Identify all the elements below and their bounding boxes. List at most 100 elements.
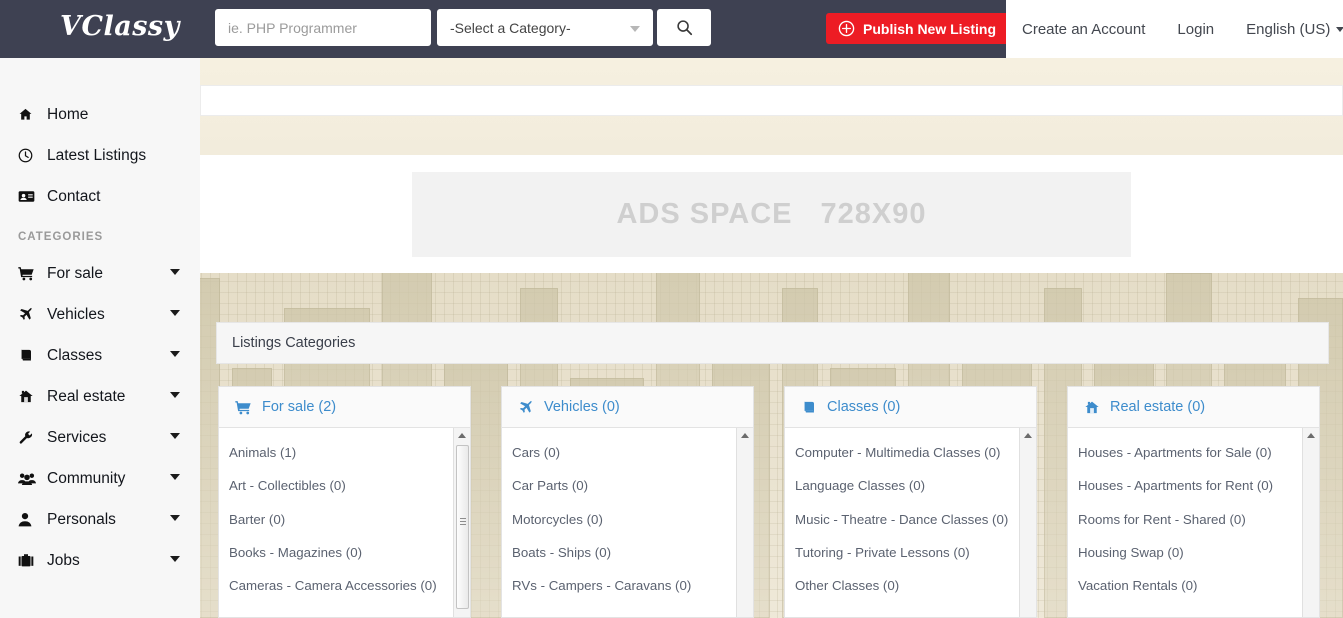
- sidebar-item-home[interactable]: Home: [0, 94, 200, 135]
- category-column-header[interactable]: Classes (0): [785, 387, 1036, 428]
- scroll-up-arrow-icon[interactable]: [1307, 433, 1315, 438]
- ads-space-label: ADS SPACE: [616, 197, 793, 230]
- listings-categories-header: Listings Categories: [216, 322, 1329, 364]
- sidebar-item-real-estate[interactable]: Real estate: [0, 376, 200, 417]
- sidebar-item-for-sale[interactable]: For sale: [0, 253, 200, 294]
- scrollbar-grip-icon: [460, 518, 466, 525]
- chevron-down-icon: [170, 310, 180, 316]
- book-icon: [18, 348, 40, 363]
- scrollbar[interactable]: [1302, 428, 1319, 617]
- login-link[interactable]: Login: [1161, 0, 1230, 58]
- category-column-classes: Classes (0) Computer - Multimedia Classe…: [784, 386, 1037, 618]
- scrollbar[interactable]: [453, 428, 470, 617]
- sidebar-item-label: Personals: [47, 510, 116, 528]
- subcategory-link[interactable]: Tutoring - Private Lessons (0): [785, 536, 1036, 569]
- subcategory-link[interactable]: Animals (1): [219, 436, 470, 469]
- top-header: VClassy -Select a Category- Publish New …: [0, 0, 1343, 58]
- category-column-body: Cars (0) Car Parts (0) Motorcycles (0) B…: [502, 428, 753, 617]
- subcategory-link[interactable]: Computer - Multimedia Classes (0): [785, 436, 1036, 469]
- subcategory-link[interactable]: Barter (0): [219, 503, 470, 536]
- subcategory-link[interactable]: Houses - Apartments for Rent (0): [1068, 469, 1319, 502]
- subcategory-link[interactable]: Motorcycles (0): [502, 503, 753, 536]
- subcategory-link[interactable]: Art - Collectibles (0): [219, 469, 470, 502]
- category-column-real-estate: Real estate (0) Houses - Apartments for …: [1067, 386, 1320, 618]
- category-column-for-sale: For sale (2) Animals (1) Art - Collectib…: [218, 386, 471, 618]
- header-nav: Create an Account Login English (US): [1006, 0, 1343, 58]
- plane-icon: [518, 400, 534, 415]
- home-icon: [18, 107, 40, 122]
- subcategory-link[interactable]: Cars (0): [502, 436, 753, 469]
- category-select-value: -Select a Category-: [450, 19, 571, 36]
- subcategory-link[interactable]: Vacation Rentals (0): [1068, 569, 1319, 602]
- sidebar-item-label: Services: [47, 428, 107, 446]
- sidebar-categories-label: CATEGORIES: [18, 231, 104, 243]
- category-column-header[interactable]: Real estate (0): [1068, 387, 1319, 428]
- cart-icon: [235, 400, 252, 415]
- search-input[interactable]: [215, 9, 431, 46]
- subcategory-link[interactable]: Houses - Apartments for Sale (0): [1068, 436, 1319, 469]
- create-account-link[interactable]: Create an Account: [1006, 0, 1161, 58]
- subcategory-link[interactable]: Other Classes (0): [785, 569, 1036, 602]
- chevron-down-icon: [170, 269, 180, 275]
- scrollbar[interactable]: [1019, 428, 1036, 617]
- search-icon: [676, 20, 692, 36]
- scroll-up-arrow-icon[interactable]: [1024, 433, 1032, 438]
- contact-card-icon: [18, 189, 40, 204]
- category-column-body: Computer - Multimedia Classes (0) Langua…: [785, 428, 1036, 617]
- sidebar-item-latest-listings[interactable]: Latest Listings: [0, 135, 200, 176]
- chevron-down-icon: [170, 392, 180, 398]
- sidebar-item-vehicles[interactable]: Vehicles: [0, 294, 200, 335]
- category-column-title: For sale (2): [262, 399, 337, 415]
- category-column-vehicles: Vehicles (0) Cars (0) Car Parts (0) Moto…: [501, 386, 754, 618]
- subcategory-link[interactable]: Boats - Ships (0): [502, 536, 753, 569]
- chevron-down-icon: [170, 556, 180, 562]
- category-column-header[interactable]: Vehicles (0): [502, 387, 753, 428]
- sidebar-item-label: Real estate: [47, 387, 126, 405]
- subcategory-link[interactable]: Car Parts (0): [502, 469, 753, 502]
- subcategory-link[interactable]: Language Classes (0): [785, 469, 1036, 502]
- sidebar-item-label: Contact: [47, 187, 101, 205]
- plus-circle-icon: [838, 20, 855, 37]
- sidebar-item-community[interactable]: Community: [0, 458, 200, 499]
- language-label: English (US): [1246, 20, 1331, 38]
- subcategory-link[interactable]: RVs - Campers - Caravans (0): [502, 569, 753, 602]
- sidebar-item-label: Latest Listings: [47, 146, 147, 164]
- category-column-title: Real estate (0): [1110, 399, 1206, 415]
- language-selector[interactable]: English (US): [1230, 0, 1343, 58]
- chevron-down-icon: [630, 26, 640, 32]
- panel-title: Listings Categories: [232, 335, 356, 351]
- ads-space-placeholder[interactable]: ADS SPACE 728X90: [412, 171, 1131, 257]
- sidebar-item-label: Home: [47, 105, 89, 123]
- category-column-title: Classes (0): [827, 399, 901, 415]
- sidebar-item-classes[interactable]: Classes: [0, 335, 200, 376]
- sidebar-item-label: Community: [47, 469, 126, 487]
- scrollbar-thumb[interactable]: [456, 445, 469, 609]
- chevron-down-icon: [170, 515, 180, 521]
- subcategory-link[interactable]: Rooms for Rent - Shared (0): [1068, 503, 1319, 536]
- sidebar-item-personals[interactable]: Personals: [0, 499, 200, 540]
- publish-button-label: Publish New Listing: [863, 20, 997, 37]
- publish-new-listing-button[interactable]: Publish New Listing: [826, 13, 1011, 44]
- sidebar-item-contact[interactable]: Contact: [0, 176, 200, 217]
- house-icon: [18, 389, 40, 404]
- category-column-body: Houses - Apartments for Sale (0) Houses …: [1068, 428, 1319, 617]
- category-column-header[interactable]: For sale (2): [219, 387, 470, 428]
- top-white-strip: [200, 85, 1343, 116]
- scroll-up-arrow-icon[interactable]: [458, 433, 466, 438]
- site-logo[interactable]: VClassy: [60, 11, 180, 42]
- sidebar-item-jobs[interactable]: Jobs: [0, 540, 200, 581]
- category-column-title: Vehicles (0): [544, 399, 620, 415]
- category-select[interactable]: -Select a Category-: [437, 9, 653, 46]
- subcategory-link[interactable]: Books - Magazines (0): [219, 536, 470, 569]
- sidebar-item-services[interactable]: Services: [0, 417, 200, 458]
- sidebar-item-label: Jobs: [47, 551, 80, 569]
- search-button[interactable]: [657, 9, 711, 46]
- subcategory-link[interactable]: Housing Swap (0): [1068, 536, 1319, 569]
- subcategory-link[interactable]: Cameras - Camera Accessories (0): [219, 569, 470, 602]
- scrollbar[interactable]: [736, 428, 753, 617]
- chevron-down-icon: [170, 474, 180, 480]
- subcategory-link[interactable]: Music - Theatre - Dance Classes (0): [785, 503, 1036, 536]
- book-icon: [801, 400, 817, 415]
- sidebar-item-label: For sale: [47, 264, 103, 282]
- scroll-up-arrow-icon[interactable]: [741, 433, 749, 438]
